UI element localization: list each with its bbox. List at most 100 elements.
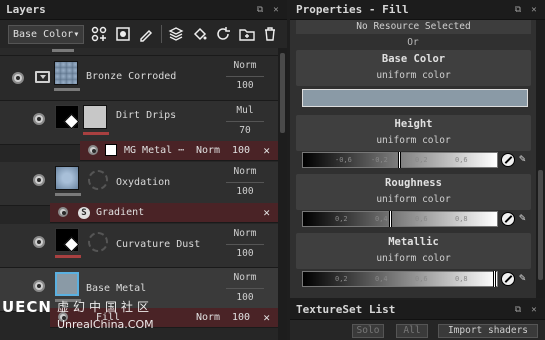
color-picker-icon[interactable] xyxy=(501,272,515,286)
layer-blend-mode[interactable]: Norm xyxy=(230,272,260,283)
edit-pencil-icon[interactable]: ✎ xyxy=(519,152,526,165)
properties-title: Properties - Fill xyxy=(296,3,409,16)
close-icon[interactable]: ✕ xyxy=(263,144,270,157)
effect-opacity[interactable]: 100 xyxy=(232,312,250,323)
visibility-eye-icon[interactable] xyxy=(33,113,45,125)
layer-row-partial[interactable] xyxy=(0,48,278,56)
layer-color-bar xyxy=(52,49,74,52)
close-icon[interactable]: ✕ xyxy=(263,311,270,324)
properties-scrollbar[interactable] xyxy=(536,20,545,298)
divider xyxy=(226,121,264,122)
close-panel-icon[interactable]: ✕ xyxy=(529,305,539,315)
channel-title: Height xyxy=(394,118,433,130)
toolbar-divider xyxy=(160,25,162,43)
layer-color-bar xyxy=(55,193,81,196)
float-window-icon[interactable]: ⧉ xyxy=(255,5,265,15)
refresh-icon xyxy=(217,27,231,40)
layer-thumbnail xyxy=(55,272,79,296)
edit-pencil-icon[interactable]: ✎ xyxy=(519,271,526,284)
float-window-icon[interactable]: ⧉ xyxy=(513,305,523,315)
close-panel-icon[interactable]: ✕ xyxy=(271,5,281,15)
folder-add-icon xyxy=(239,29,255,41)
visibility-eye-icon[interactable] xyxy=(12,72,24,84)
effect-opacity[interactable]: 100 xyxy=(232,145,250,156)
brush-icon xyxy=(140,29,153,42)
layer-blend-mode[interactable]: Norm xyxy=(230,60,260,71)
visibility-eye-icon[interactable] xyxy=(58,207,68,217)
import-shaders-button[interactable]: Import shaders xyxy=(438,324,538,338)
layer-opacity[interactable]: 100 xyxy=(230,186,260,197)
effect-row[interactable]: MG Metal ⋯ Norm 100 ✕ xyxy=(80,141,278,161)
layer-opacity[interactable]: 100 xyxy=(230,248,260,259)
all-button[interactable]: All xyxy=(396,324,428,338)
tick-label: 0,4 xyxy=(375,215,388,223)
layers-panel: Layers ⧉ ✕ Base Color ▾ Bronze Corroded … xyxy=(0,0,287,340)
or-label: Or xyxy=(407,37,419,48)
base-color-swatch[interactable] xyxy=(302,89,528,107)
properties-content: No Resource Selected Or Base Color unifo… xyxy=(290,20,536,298)
slider-handle[interactable] xyxy=(398,152,401,168)
scrollbar-thumb[interactable] xyxy=(280,53,285,133)
channel-subtitle: uniform color xyxy=(376,194,451,205)
close-icon[interactable]: ✕ xyxy=(263,206,270,219)
channel-dropdown[interactable]: Base Color ▾ xyxy=(8,24,85,44)
add-smart-material-button[interactable] xyxy=(215,24,232,44)
slider-handle[interactable] xyxy=(389,211,392,227)
resource-slot[interactable]: No Resource Selected xyxy=(296,20,531,34)
layer-thumbnail xyxy=(54,61,78,85)
layer-color-bar xyxy=(83,132,109,135)
effect-row[interactable]: S Gradient ✕ xyxy=(50,203,278,223)
scrollbar-thumb[interactable] xyxy=(538,170,543,280)
layer-row[interactable]: Oxydation Norm 100 xyxy=(0,162,278,206)
layers-scrollbar[interactable] xyxy=(278,48,287,340)
layer-opacity[interactable]: 100 xyxy=(230,80,260,91)
layer-row[interactable]: Bronze Corroded Norm 100 xyxy=(0,56,278,101)
delete-layer-button[interactable] xyxy=(262,24,279,44)
layer-color-bar xyxy=(54,88,80,91)
tick-label: -0,2 xyxy=(371,156,388,164)
anchor-icon xyxy=(88,232,108,252)
add-mask-button[interactable] xyxy=(114,24,131,44)
add-folder-button[interactable] xyxy=(238,24,255,44)
layer-blend-mode[interactable]: Norm xyxy=(230,228,260,239)
layer-row[interactable]: Dirt Drips Mul 70 xyxy=(0,101,278,145)
close-panel-icon[interactable]: ✕ xyxy=(529,5,539,15)
watermark-logo: UECN xyxy=(2,298,52,316)
slider-handle[interactable] xyxy=(493,271,496,287)
solo-button[interactable]: Solo xyxy=(352,324,384,338)
visibility-eye-icon[interactable] xyxy=(33,236,45,248)
metallic-slider[interactable]: 0,2 0,4 0,6 0,8 xyxy=(302,271,498,287)
roughness-slider[interactable]: 0,2 0,4 0,6 0,8 xyxy=(302,211,498,227)
layer-opacity[interactable]: 70 xyxy=(230,125,260,136)
tick-label: 0,8 xyxy=(455,275,468,283)
layer-blend-mode[interactable]: Norm xyxy=(230,166,260,177)
metallic-channel: Metallic uniform color xyxy=(296,233,531,269)
divider xyxy=(226,288,264,289)
tick-label: 0,2 xyxy=(335,275,348,283)
effect-blend-mode[interactable]: Norm xyxy=(196,312,220,323)
float-window-icon[interactable]: ⧉ xyxy=(513,5,523,15)
chevron-down-icon: ▾ xyxy=(73,28,80,40)
layer-blend-mode[interactable]: Mul xyxy=(230,105,260,116)
height-slider[interactable]: -0,6 -0,2 0,2 0,6 xyxy=(302,152,498,168)
color-picker-icon[interactable] xyxy=(501,153,515,167)
add-effect-button[interactable] xyxy=(90,24,107,44)
divider xyxy=(226,244,264,245)
color-picker-icon[interactable] xyxy=(501,212,515,226)
visibility-eye-icon[interactable] xyxy=(33,174,45,186)
edit-pencil-icon[interactable]: ✎ xyxy=(519,211,526,224)
visibility-eye-icon[interactable] xyxy=(88,145,98,155)
add-fill-layer-button[interactable] xyxy=(191,24,208,44)
paint-button[interactable] xyxy=(137,24,154,44)
layer-mask-thumbnail xyxy=(55,105,80,130)
layer-opacity[interactable]: 100 xyxy=(230,292,260,303)
folder-icon[interactable] xyxy=(35,71,50,83)
channel-title: Base Color xyxy=(381,53,446,65)
tick-label: 0,2 xyxy=(415,156,428,164)
add-layer-button[interactable] xyxy=(168,24,185,44)
visibility-eye-icon[interactable] xyxy=(33,280,45,292)
layer-name: Dirt Drips xyxy=(116,110,177,121)
layer-row[interactable]: Curvature Dust Norm 100 xyxy=(0,224,278,268)
tick-label: 0,6 xyxy=(415,275,428,283)
effect-blend-mode[interactable]: Norm xyxy=(196,145,220,156)
